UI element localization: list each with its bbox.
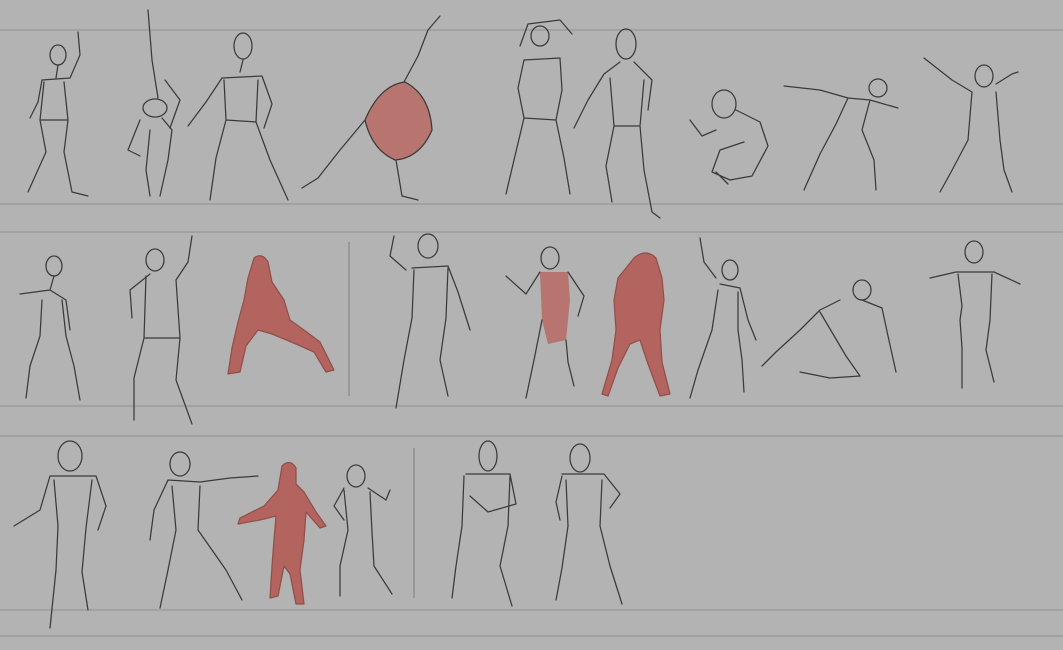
gesture-sketch-sheet xyxy=(0,0,1063,650)
sheet-background xyxy=(0,0,1063,650)
